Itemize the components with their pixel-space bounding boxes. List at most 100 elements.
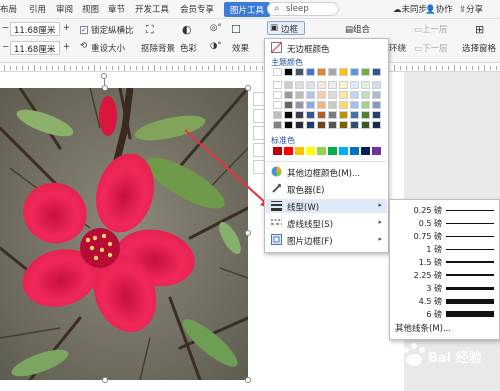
combine-button[interactable]: ▤组合	[345, 23, 370, 35]
bring-forward-button[interactable]: ▭上一层	[414, 23, 448, 35]
theme-color-swatch[interactable]	[306, 121, 315, 129]
more-lines-item[interactable]: 其他线条(M)...	[395, 322, 451, 334]
theme-color-swatch[interactable]	[328, 121, 337, 129]
theme-color-swatch[interactable]	[317, 68, 326, 76]
more-border-colors-item[interactable]: 其他边框颜色(M)...	[266, 165, 387, 179]
width-field[interactable]: 11.68厘米	[10, 41, 60, 55]
standard-color-swatch[interactable]	[361, 147, 370, 155]
border-button[interactable]: ▣ 边框	[267, 21, 305, 35]
tab-references[interactable]: 引用	[29, 3, 46, 15]
wrap-button[interactable]: 环绕	[389, 42, 406, 54]
theme-color-swatch[interactable]	[317, 81, 326, 89]
minus-icon[interactable]: −	[2, 42, 9, 52]
theme-color-swatch[interactable]	[295, 121, 304, 129]
standard-color-swatch[interactable]	[339, 147, 348, 155]
theme-color-swatch[interactable]	[284, 101, 293, 109]
tab-chapter[interactable]: 章节	[108, 3, 125, 15]
tab-layout[interactable]: 布局	[0, 3, 17, 15]
theme-color-swatch[interactable]	[273, 68, 282, 76]
theme-color-swatch[interactable]	[372, 81, 381, 89]
theme-color-swatch[interactable]	[295, 81, 304, 89]
theme-color-swatch[interactable]	[372, 101, 381, 109]
theme-color-swatch[interactable]	[328, 91, 337, 99]
standard-color-swatch[interactable]	[306, 147, 315, 155]
theme-color-swatch[interactable]	[361, 121, 370, 129]
no-border-item[interactable]: 无边框颜色	[266, 41, 387, 55]
standard-color-swatch[interactable]	[273, 147, 282, 155]
collab-button[interactable]: 👤协作	[425, 3, 453, 15]
resize-handle-top-right[interactable]	[245, 85, 251, 91]
theme-color-swatch[interactable]	[317, 121, 326, 129]
line-weight-option[interactable]: 1.5 磅	[390, 256, 500, 268]
picture-border-item[interactable]: 图片边框(F) ▸	[266, 233, 387, 247]
theme-color-swatch[interactable]	[339, 101, 348, 109]
standard-color-swatch[interactable]	[295, 147, 304, 155]
theme-color-swatch[interactable]	[273, 121, 282, 129]
tab-review[interactable]: 审阅	[56, 3, 73, 15]
theme-color-swatch[interactable]	[295, 68, 304, 76]
theme-color-swatch[interactable]	[339, 68, 348, 76]
color-button[interactable]: 色彩	[180, 42, 197, 54]
share-button[interactable]: ⇪分享	[459, 3, 483, 15]
standard-color-swatch[interactable]	[328, 147, 337, 155]
brightness-icon[interactable]: ◎°	[210, 23, 222, 33]
theme-color-swatch[interactable]	[284, 91, 293, 99]
theme-color-swatch[interactable]	[339, 81, 348, 89]
standard-color-swatch[interactable]	[317, 147, 326, 155]
height-field[interactable]: 11.68厘米	[10, 22, 60, 36]
line-weight-option[interactable]: 0.25 磅	[390, 204, 500, 216]
resize-handle-bottom-right[interactable]	[245, 377, 251, 383]
theme-color-swatch[interactable]	[361, 111, 370, 119]
theme-color-swatch[interactable]	[328, 81, 337, 89]
contrast-icon[interactable]: ◑°	[210, 41, 222, 51]
send-backward-button[interactable]: ▭下一层	[414, 42, 448, 54]
theme-color-swatch[interactable]	[306, 101, 315, 109]
horizontal-ruler[interactable]	[0, 63, 500, 72]
theme-color-swatch[interactable]	[361, 81, 370, 89]
theme-color-swatch[interactable]	[284, 111, 293, 119]
theme-color-swatch[interactable]	[372, 111, 381, 119]
line-weight-option[interactable]: 2.25 磅	[390, 269, 500, 281]
theme-color-swatch[interactable]	[350, 121, 359, 129]
dash-type-item[interactable]: 虚线线型(S) ▸	[266, 216, 387, 230]
theme-color-swatch[interactable]	[339, 91, 348, 99]
lock-ratio-checkbox[interactable]: ✓	[80, 26, 88, 34]
tab-developer[interactable]: 开发工具	[135, 3, 169, 15]
effects-button[interactable]: 效果	[232, 42, 249, 54]
resize-handle-top[interactable]	[102, 85, 108, 91]
plus-icon[interactable]: +	[63, 42, 70, 52]
theme-color-swatch[interactable]	[372, 121, 381, 129]
theme-color-swatch[interactable]	[372, 68, 381, 76]
minus-icon[interactable]: −	[2, 23, 9, 33]
theme-color-swatch[interactable]	[361, 91, 370, 99]
theme-color-swatch[interactable]	[361, 68, 370, 76]
tab-view[interactable]: 视图	[82, 3, 99, 15]
theme-color-swatch[interactable]	[284, 68, 293, 76]
theme-color-swatch[interactable]	[339, 111, 348, 119]
theme-color-swatch[interactable]	[295, 91, 304, 99]
selection-pane-button[interactable]: 选择窗格	[462, 42, 496, 54]
theme-color-swatch[interactable]	[372, 91, 381, 99]
resize-handle-right[interactable]	[245, 230, 251, 236]
cloud-sync-status[interactable]: ☁未同步	[393, 3, 427, 15]
standard-color-swatch[interactable]	[284, 147, 293, 155]
standard-color-swatch[interactable]	[372, 147, 381, 155]
theme-color-swatch[interactable]	[284, 121, 293, 129]
theme-color-swatch[interactable]	[306, 111, 315, 119]
theme-color-swatch[interactable]	[273, 81, 282, 89]
theme-color-swatch[interactable]	[295, 111, 304, 119]
line-weight-option[interactable]: 0.75 磅	[390, 230, 500, 242]
theme-color-swatch[interactable]	[350, 101, 359, 109]
line-weight-option[interactable]: 6 磅	[390, 308, 500, 320]
theme-color-swatch[interactable]	[328, 68, 337, 76]
theme-color-swatch[interactable]	[361, 101, 370, 109]
theme-color-swatch[interactable]	[306, 81, 315, 89]
theme-color-swatch[interactable]	[317, 101, 326, 109]
theme-color-swatch[interactable]	[339, 121, 348, 129]
tab-member[interactable]: 会员专享	[180, 3, 214, 15]
line-weight-option[interactable]: 4.5 磅	[390, 295, 500, 307]
theme-color-swatch[interactable]	[328, 111, 337, 119]
tab-picture-tools[interactable]: 图片工具	[224, 2, 271, 17]
theme-color-swatch[interactable]	[306, 68, 315, 76]
reset-size-button[interactable]: 重设大小	[91, 42, 125, 54]
